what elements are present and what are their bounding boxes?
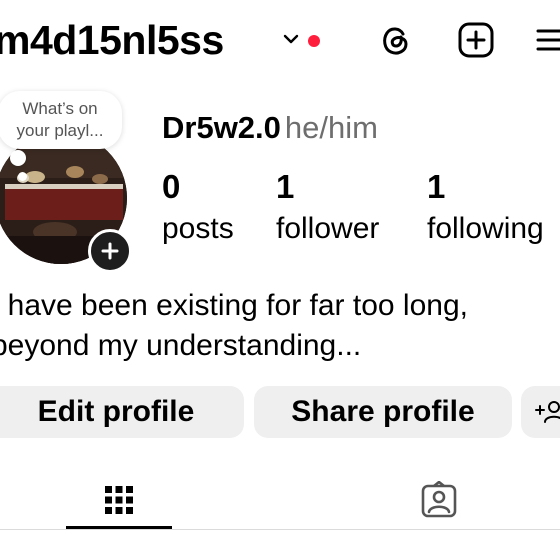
posts-count: 0 [162,168,181,205]
posts-label: posts [162,212,234,245]
note-bubble[interactable]: What’s on your playl... [0,91,122,149]
add-story-button[interactable] [88,229,132,273]
following-label[interactable]: following [427,210,544,248]
notification-dot [308,35,320,47]
share-profile-label: Share profile [291,395,475,428]
menu-button[interactable] [532,20,560,60]
plus-icon [101,242,119,260]
display-name-text: Dr5w2.0 [162,110,281,145]
edit-profile-label: Edit profile [37,395,195,428]
profile-bio: I have been existing for far too long, b… [0,289,468,362]
followers-label[interactable]: follower [276,210,379,248]
display-name: Dr5w2.0 he/him [162,110,378,146]
discover-people-button[interactable] [521,386,560,438]
edit-profile-button[interactable]: Edit profile [0,386,244,438]
tab-posts-grid[interactable] [66,470,172,530]
threads-button[interactable] [376,20,416,60]
profile-username[interactable]: m4d15nl5ss [0,14,224,66]
note-bubble-tail-small [18,172,27,181]
add-person-icon [535,401,560,423]
menu-icon [536,29,560,51]
chevron-down-icon[interactable] [282,30,300,48]
followers-count[interactable]: 1 [276,168,294,206]
threads-icon [383,27,408,55]
share-profile-button[interactable]: Share profile [254,386,512,438]
tab-divider [0,529,560,530]
pronouns: he/him [284,110,378,145]
tagged-person-icon [421,481,457,518]
grid-icon [105,486,133,514]
tab-tagged[interactable] [386,470,492,530]
create-button[interactable] [456,20,496,60]
following-count[interactable]: 1 [427,168,445,206]
create-plus-icon [458,22,494,58]
note-bubble-tail [10,150,26,166]
